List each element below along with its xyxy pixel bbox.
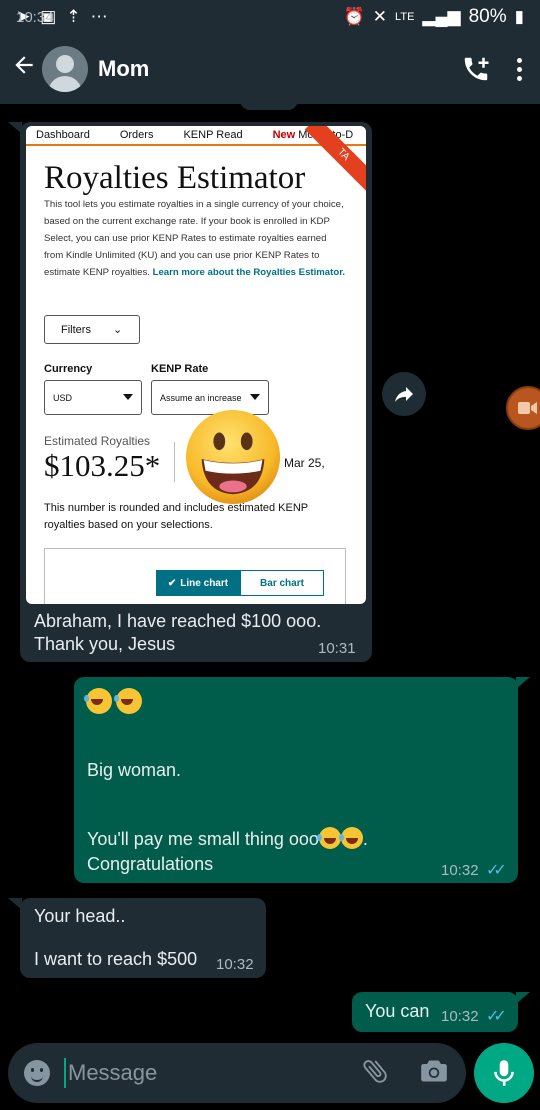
battery-level: 80%: [468, 6, 507, 27]
divider: [174, 442, 175, 482]
check-icon: ✔: [167, 577, 177, 589]
estimator-title: Royalties Estimator: [44, 160, 306, 196]
back-arrow-icon[interactable]: [6, 52, 42, 86]
more-notifications-icon: ⋯: [90, 7, 108, 26]
learn-more-link: Learn more about the Royalties Estimator…: [152, 267, 346, 278]
nav-kenp: KENP Read: [183, 129, 243, 141]
message-text: Your head..: [34, 906, 126, 926]
message-text: I want to reach $500: [34, 949, 198, 969]
message-input[interactable]: Message: [68, 1060, 157, 1086]
status-time: 10:34: [16, 8, 54, 26]
attach-icon[interactable]: [360, 1056, 390, 1091]
date-pill: [240, 98, 298, 110]
mute-icon: ✕: [372, 7, 388, 26]
alarm-icon: ⏰: [343, 7, 365, 26]
caret-down-icon: [123, 394, 133, 400]
signal-icon: ▂▄▆: [422, 7, 461, 26]
contact-name[interactable]: Mom: [98, 56, 149, 82]
message-text-part: You'll pay me small thing ooo: [87, 829, 319, 849]
message-text: Congratulations: [87, 854, 214, 874]
tab-line-chart: ✔ Line chart: [156, 570, 240, 596]
message-text-end: .: [362, 829, 368, 849]
tears-of-joy-emoji: [114, 688, 143, 714]
nav-orders: Orders: [119, 129, 154, 141]
estimate-date: Mar 25,: [284, 456, 325, 470]
royalties-screenshot-image[interactable]: Dashboard Orders KENP Read NewMonth-to-D…: [26, 126, 366, 604]
filters-dropdown: Filters ⌄: [44, 315, 140, 344]
avatar[interactable]: [42, 46, 88, 92]
tab-line-label: Line chart: [180, 577, 229, 589]
message-time: 10:32: [441, 1008, 479, 1025]
kenp-value: Assume an increase: [160, 392, 242, 403]
tears-of-joy-emoji: [316, 827, 341, 849]
battery-icon: ▮: [514, 7, 524, 26]
camera-icon[interactable]: [420, 1058, 448, 1089]
network-type: LTE: [395, 11, 415, 23]
estimator-description: This tool lets you estimate royalties in…: [44, 196, 346, 281]
tab-bar-chart: Bar chart: [240, 570, 324, 596]
message-text: Big woman.: [87, 760, 182, 780]
chat-header: Mom: [0, 34, 540, 104]
bubble-tail: [516, 677, 530, 689]
text-cursor: [64, 1058, 66, 1088]
upload-icon: ⇡: [66, 7, 81, 26]
laughing-emoji-pair: [84, 688, 143, 715]
message-input-bar: Message: [8, 1043, 466, 1103]
message-text: Abraham, I have reached $100 ooo.: [34, 611, 322, 631]
tears-of-joy-emoji: [84, 688, 112, 714]
bubble-tail: [8, 898, 22, 910]
caret-down-icon: [250, 394, 260, 400]
bubble-tail: [8, 122, 22, 134]
nav-new-badge: New: [272, 129, 296, 141]
bubble-tail: [516, 992, 530, 1004]
read-ticks-icon: ✓✓: [486, 862, 507, 879]
estimated-label: Estimated Royalties: [44, 434, 151, 448]
nav-dashboard: Dashboard: [36, 129, 90, 141]
status-right: ⏰ ✕ LTE ▂▄▆ 80% ▮: [344, 6, 524, 28]
chevron-down-icon: ⌄: [112, 324, 123, 336]
video-call-bubble-icon[interactable]: [506, 386, 540, 430]
filters-label: Filters: [61, 323, 91, 336]
message-time: 10:32: [216, 956, 254, 973]
forward-icon[interactable]: [382, 372, 426, 416]
currency-value: USD: [53, 392, 73, 403]
message-text: You'll pay me small thing ooo.: [87, 827, 368, 851]
status-bar: 10:34 ➤ ▣ ⇡ ⋯ ⏰ ✕ LTE ▂▄▆ 80% ▮: [0, 0, 540, 34]
estimated-value: $103.25*: [44, 448, 161, 483]
emoji-icon[interactable]: [24, 1060, 50, 1086]
message-text: You can: [365, 1001, 430, 1021]
currency-select: USD: [44, 380, 142, 415]
tears-of-joy-emoji: [338, 827, 363, 849]
mic-icon[interactable]: [474, 1043, 534, 1103]
message-time: 10:32: [441, 862, 479, 879]
currency-label: Currency: [44, 363, 93, 375]
chart-tabs: ✔ Line chart Bar chart: [156, 570, 324, 596]
add-call-icon[interactable]: [461, 54, 491, 84]
message-text: Thank you, Jesus: [34, 634, 176, 654]
read-ticks-icon: ✓✓: [486, 1008, 507, 1025]
message-time: 10:31: [318, 640, 356, 657]
more-vert-icon[interactable]: [517, 57, 522, 81]
kenp-label: KENP Rate: [151, 363, 209, 375]
grinning-face-emoji: [185, 409, 281, 505]
